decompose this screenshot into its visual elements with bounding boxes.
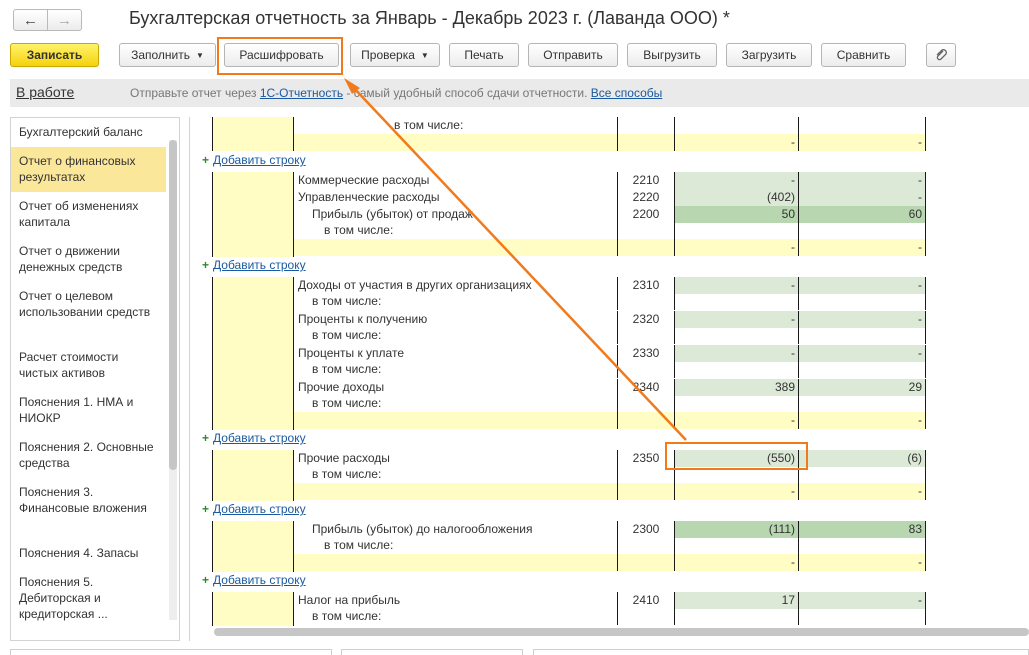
arrow-pointer — [344, 78, 687, 441]
